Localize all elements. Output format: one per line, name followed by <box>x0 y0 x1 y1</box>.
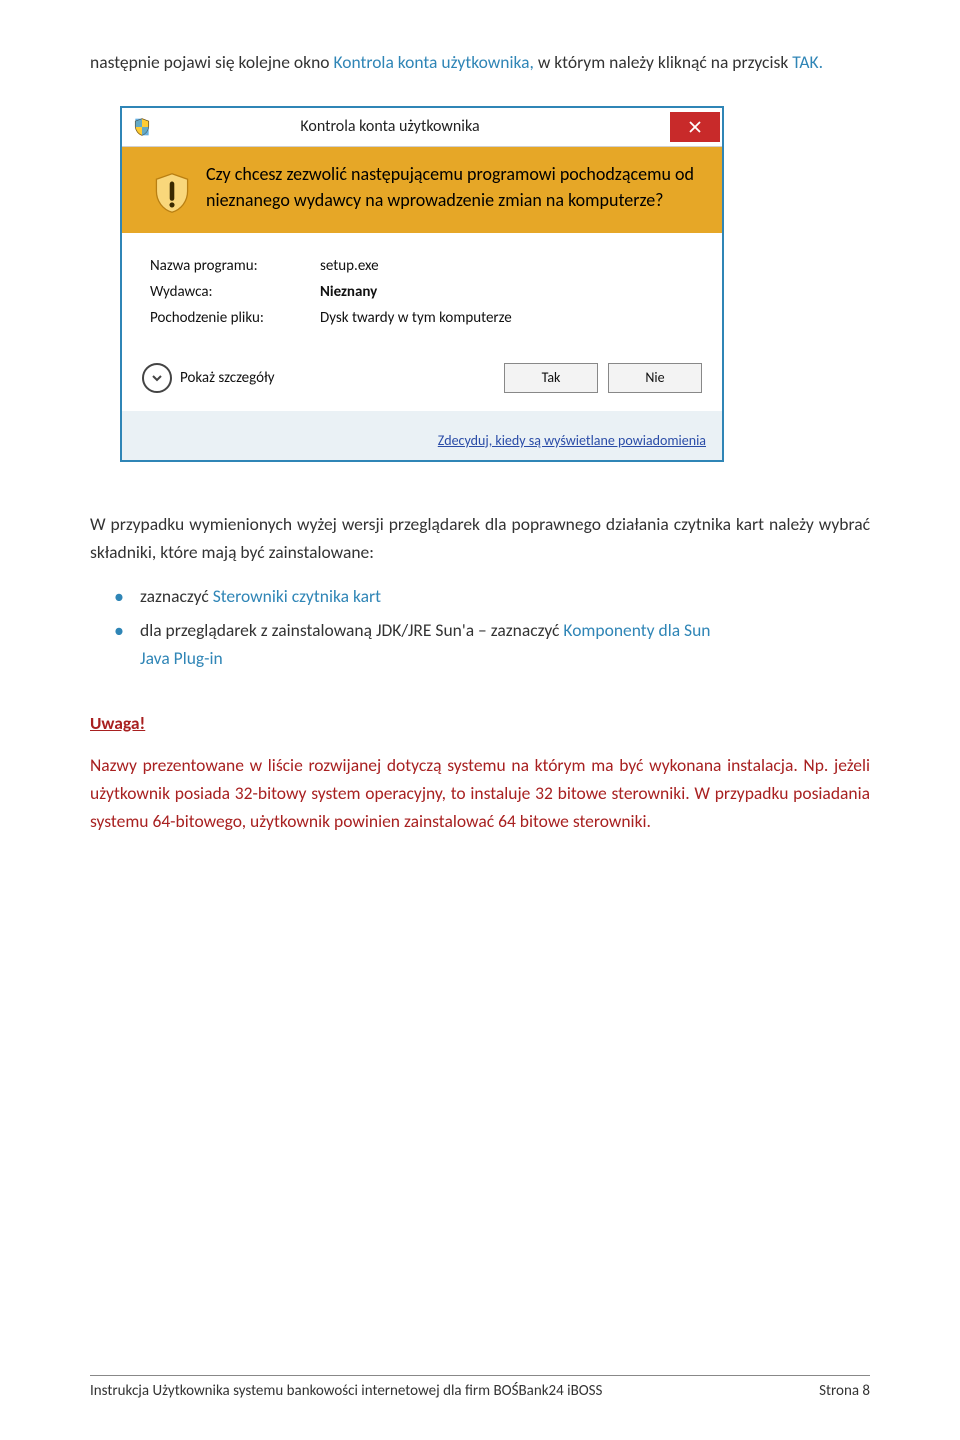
show-details-toggle[interactable]: Pokaż szczegóły <box>142 363 275 393</box>
mid-paragraph: W przypadku wymienionych wyżej wersji pr… <box>90 510 870 566</box>
warning-body: Nazwy prezentowane w liście rozwijanej d… <box>90 751 870 835</box>
dialog-title: Kontrola konta użytkownika <box>160 117 670 136</box>
dialog-actions: Pokaż szczegóły Tak Nie <box>122 353 722 423</box>
close-button[interactable] <box>670 112 720 142</box>
no-button[interactable]: Nie <box>608 363 702 393</box>
intro-paragraph: następnie pojawi się kolejne okno Kontro… <box>90 48 870 76</box>
footer-page-number: Strona 8 <box>819 1382 870 1400</box>
close-icon <box>689 121 701 133</box>
footer-doc-title: Instrukcja Użytkownika systemu bankowośc… <box>90 1382 602 1400</box>
warning-shield-icon <box>150 171 194 215</box>
highlight: Sterowniki czytnika kart <box>213 585 381 607</box>
publisher-label: Wydawca: <box>150 283 320 301</box>
file-origin-value: Dysk twardy w tym komputerze <box>320 309 512 327</box>
highlight: Komponenty dla Sun <box>563 619 710 641</box>
notification-settings-link[interactable]: Zdecyduj, kiedy są wyświetlane powiadomi… <box>438 432 706 449</box>
text: w którym należy kliknąć na przycisk <box>534 51 792 73</box>
text: zaznaczyć <box>140 585 213 607</box>
list-item: dla przeglądarek z zainstalowaną JDK/JRE… <box>114 616 870 672</box>
highlight: Java Plug-in <box>140 647 223 669</box>
dialog-footer: Zdecyduj, kiedy są wyświetlane powiadomi… <box>122 423 722 460</box>
text: dla przeglądarek z zainstalowaną JDK/JRE… <box>140 619 563 641</box>
dialog-titlebar: Kontrola konta użytkownika <box>122 108 722 147</box>
text: następnie pojawi się kolejne okno <box>90 51 333 73</box>
footer-separator <box>90 1375 870 1376</box>
components-list: zaznaczyć Sterowniki czytnika kart dla p… <box>90 582 870 672</box>
dialog-body: Nazwa programu: setup.exe Wydawca: Niezn… <box>122 233 722 353</box>
shield-icon <box>132 117 152 137</box>
uac-dialog: Kontrola konta użytkownika Czy chcesz ze… <box>120 106 724 462</box>
program-name-label: Nazwa programu: <box>150 257 320 275</box>
publisher-value: Nieznany <box>320 283 377 301</box>
show-details-label: Pokaż szczegóły <box>180 369 275 387</box>
highlight: TAK. <box>792 51 823 73</box>
warning-title: Uwaga! <box>90 712 870 734</box>
yes-button[interactable]: Tak <box>504 363 598 393</box>
page-footer: Instrukcja Użytkownika systemu bankowośc… <box>90 1375 870 1400</box>
file-origin-label: Pochodzenie pliku: <box>150 309 320 327</box>
list-item: zaznaczyć Sterowniki czytnika kart <box>114 582 870 610</box>
dialog-banner: Czy chcesz zezwolić następującemu progra… <box>122 147 722 233</box>
highlight: Kontrola konta użytkownika, <box>333 51 533 73</box>
chevron-down-icon <box>142 363 172 393</box>
dialog-question: Czy chcesz zezwolić następującemu progra… <box>202 161 702 213</box>
program-name-value: setup.exe <box>320 257 379 275</box>
